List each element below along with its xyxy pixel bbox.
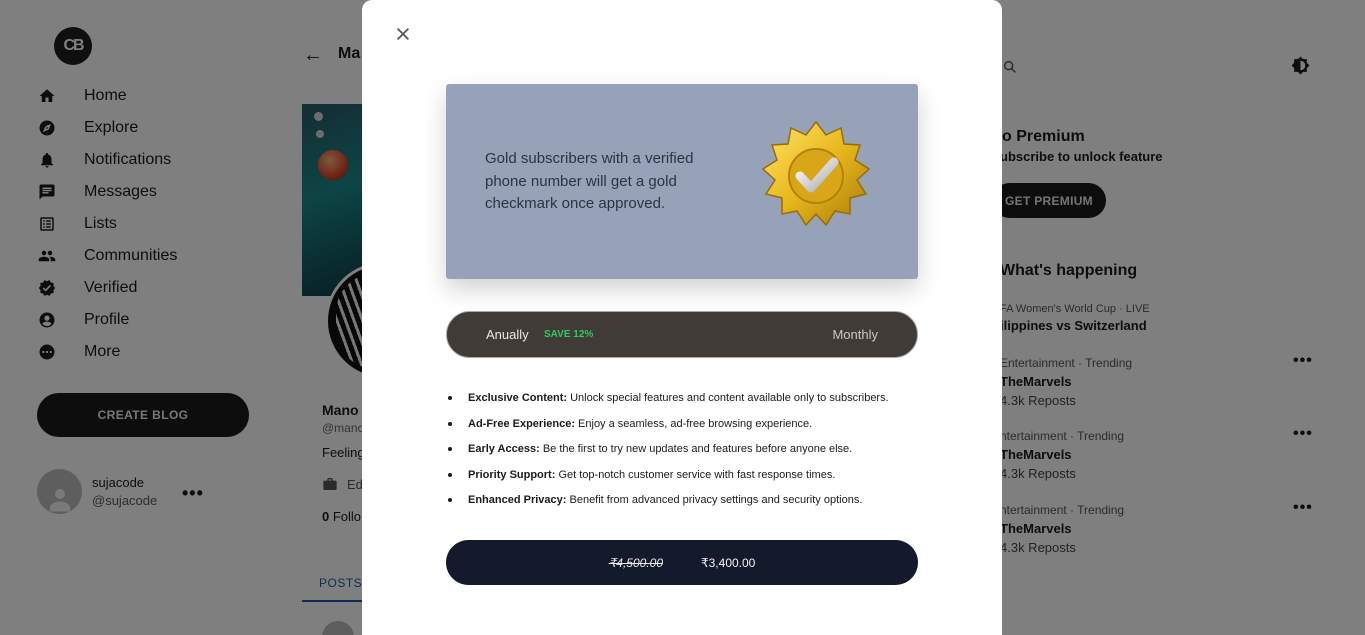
list-item: Priority Support: Get top-notch customer…: [446, 464, 918, 490]
feature-list: Exclusive Content: Unlock special featur…: [446, 387, 918, 515]
save-badge: SAVE 12%: [544, 329, 594, 340]
list-item: Enhanced Privacy: Benefit from advanced …: [446, 489, 918, 515]
list-item: Ad-Free Experience: Enjoy a seamless, ad…: [446, 413, 918, 439]
annual-option[interactable]: Anually: [486, 327, 529, 342]
gold-verified-badge-icon: [761, 120, 871, 227]
feature-title: Early Access:: [468, 443, 540, 456]
monthly-option[interactable]: Monthly: [832, 327, 878, 342]
feature-desc: Get top-notch customer service with fast…: [555, 468, 836, 481]
feature-desc: Unlock special features and content avai…: [567, 392, 889, 404]
feature-title: Enhanced Privacy:: [468, 494, 567, 507]
gold-checkmark-banner: Gold subscribers with a verified phone n…: [446, 84, 918, 279]
list-item: Exclusive Content: Unlock special featur…: [446, 387, 918, 413]
feature-title: Priority Support:: [468, 468, 556, 481]
feature-title: Ad-Free Experience:: [468, 417, 575, 430]
close-icon[interactable]: [394, 25, 414, 45]
banner-text: Gold subscribers with a verified phone n…: [485, 150, 694, 212]
subscribe-button[interactable]: ₹4,500.00 ₹3,400.00: [446, 540, 918, 585]
feature-desc: Enjoy a seamless, ad-free browsing exper…: [574, 417, 813, 430]
list-item: Early Access: Be the first to try new up…: [446, 438, 918, 464]
feature-desc: Benefit from advanced privacy settings a…: [566, 494, 863, 507]
premium-modal: Gold subscribers with a verified phone n…: [362, 0, 1002, 635]
feature-desc: Be the first to try new updates and feat…: [539, 443, 853, 456]
discounted-price: ₹3,400.00: [701, 555, 756, 570]
original-price: ₹4,500.00: [608, 555, 663, 570]
billing-period-toggle[interactable]: Anually SAVE 12% Monthly: [446, 311, 918, 358]
feature-title: Exclusive Content:: [468, 392, 568, 404]
